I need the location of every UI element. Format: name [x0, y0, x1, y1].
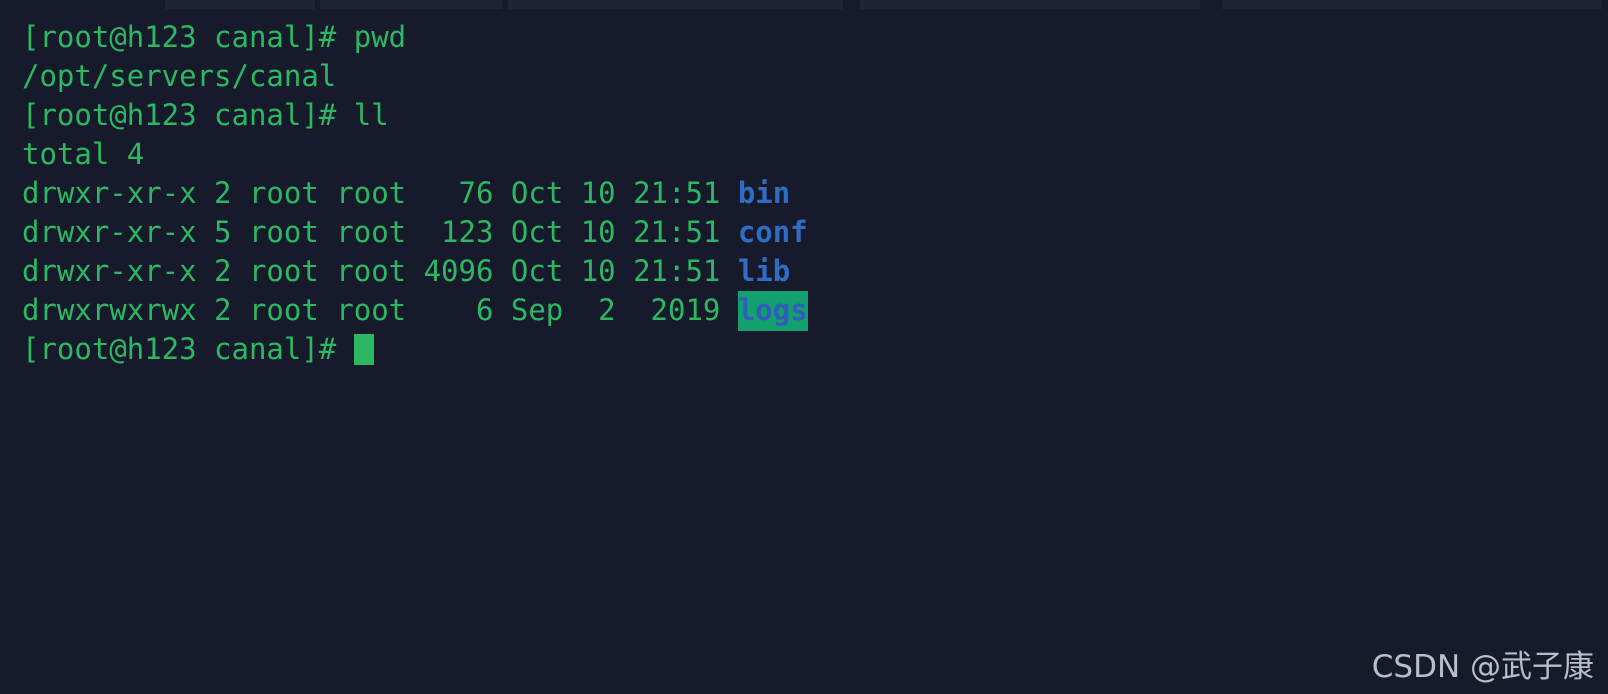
terminal-line-prompt-ll: [root@h123 canal]# ll — [22, 98, 389, 132]
terminal-line-listing-bin: drwxr-xr-x 2 root root 76 Oct 10 21:51 b… — [22, 174, 1608, 213]
listing-meta-logs: drwxrwxrwx 2 root root 6 Sep 2 2019 — [22, 293, 738, 327]
text-cursor — [353, 334, 374, 365]
terminal-line-output-cwd: /opt/servers/canal — [22, 59, 337, 93]
terminal-line-prompt-pwd: [root@h123 canal]# pwd — [22, 20, 407, 54]
terminal-line-prompt-active[interactable]: [root@h123 canal]# — [22, 330, 1608, 369]
prompt-text: [root@h123 canal]# — [22, 332, 354, 366]
listing-meta-conf: drwxr-xr-x 5 root root 123 Oct 10 21:51 — [22, 215, 738, 249]
terminal-line-listing-logs: drwxrwxrwx 2 root root 6 Sep 2 2019 logs — [22, 291, 1608, 331]
listing-meta-lib: drwxr-xr-x 2 root root 4096 Oct 10 21:51 — [22, 254, 738, 288]
directory-name-bin[interactable]: bin — [738, 176, 790, 210]
terminal-line-total: total 4 — [22, 137, 145, 171]
terminal-line-listing-conf: drwxr-xr-x 5 root root 123 Oct 10 21:51 … — [22, 213, 1608, 252]
terminal-window: [root@h123 canal]# pwd /opt/servers/cana… — [0, 0, 1608, 694]
directory-name-conf[interactable]: conf — [738, 215, 808, 249]
terminal-line-listing-lib: drwxr-xr-x 2 root root 4096 Oct 10 21:51… — [22, 252, 1608, 291]
directory-name-logs-highlighted[interactable]: logs — [737, 291, 808, 331]
terminal-output-area[interactable]: [root@h123 canal]# pwd /opt/servers/cana… — [0, 0, 1608, 694]
watermark-label: CSDN @武子康 — [1371, 649, 1594, 685]
directory-name-lib[interactable]: lib — [738, 254, 790, 288]
listing-meta-bin: drwxr-xr-x 2 root root 76 Oct 10 21:51 — [22, 176, 738, 210]
